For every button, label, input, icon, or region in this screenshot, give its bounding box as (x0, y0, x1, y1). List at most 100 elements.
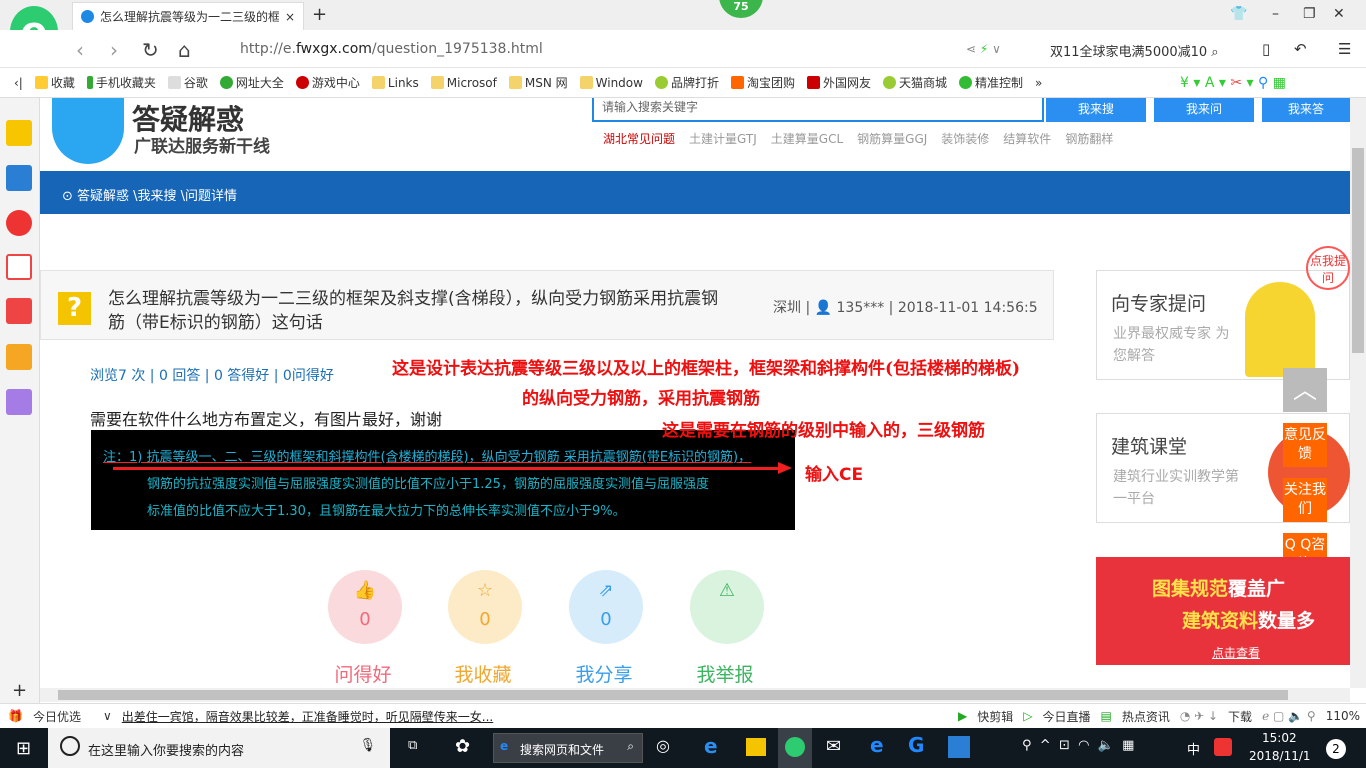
bookmark-item[interactable]: 天猫商城 (883, 74, 947, 91)
bookmark-item[interactable]: 网址大全 (219, 74, 284, 91)
more-bookmarks[interactable]: » (1035, 76, 1042, 90)
hot-link[interactable]: 土建算量GCL (771, 130, 843, 147)
hot-link[interactable]: 钢筋算量GGJ (857, 130, 927, 147)
windows-start-icon[interactable]: ⊞ (16, 738, 31, 759)
comic-icon[interactable] (6, 389, 32, 415)
favorites-icon[interactable] (6, 120, 32, 146)
bookmark-item[interactable]: 收藏 (34, 74, 75, 91)
bookmark-folder[interactable]: Window (579, 76, 643, 90)
sidebar-toggle-icon[interactable]: ‹| (14, 76, 23, 90)
hot-link[interactable]: 钢筋翻样 (1065, 130, 1113, 147)
browser-search-input[interactable]: 双11全球家电满5000减10 ⌕ (1050, 41, 1219, 60)
home-icon[interactable]: ⌂ (178, 38, 191, 62)
task-view-icon[interactable]: ⧉ (408, 738, 417, 753)
hot-link[interactable]: 装饰装修 (941, 130, 989, 147)
minimize-button[interactable]: – (1272, 6, 1279, 22)
mobile-icon[interactable]: ▯ (1262, 40, 1270, 58)
bookmark-folder[interactable]: MSN 网 (508, 74, 568, 91)
clock-time[interactable]: 15:02 (1262, 731, 1297, 745)
search-button[interactable]: 我来搜 (1046, 98, 1146, 122)
bookmark-folder[interactable]: Links (371, 76, 419, 90)
app-g-icon[interactable]: G (908, 733, 924, 757)
bookmark-item[interactable]: 谷歌 (167, 74, 208, 91)
breadcrumb: ⊙ 答疑解惑 \我来搜 \问题详情 (40, 171, 1350, 214)
app-icon[interactable] (948, 736, 970, 758)
ask-bubble[interactable]: 点我提问 (1306, 246, 1350, 290)
download-item[interactable]: 下载 (1228, 708, 1252, 725)
breadcrumb-text[interactable]: 答疑解惑 \我来搜 \问题详情 (77, 189, 237, 204)
weibo-icon[interactable] (6, 210, 32, 236)
close-button[interactable]: ✕ (1333, 6, 1345, 22)
like-label[interactable]: 问得好 (318, 660, 408, 687)
answer-button[interactable]: 我来答 (1262, 98, 1350, 122)
view-link[interactable]: 点击查看 (1152, 637, 1350, 669)
hot-link[interactable]: 结算软件 (1003, 130, 1051, 147)
sogou-icon[interactable] (1214, 738, 1232, 756)
share-label[interactable]: 我分享 (559, 660, 649, 687)
forward-icon[interactable]: › (110, 38, 118, 62)
status-item[interactable]: 快剪辑 (977, 708, 1013, 725)
bookmark-item[interactable]: 游戏中心 (295, 74, 360, 91)
bookmark-item[interactable]: 精准控制 (959, 74, 1023, 91)
news-icon[interactable] (6, 165, 32, 191)
extension-icons[interactable]: ¥ ▾ A ▾ ✂ ▾ ⚲ ▦ (1180, 75, 1286, 91)
file-explorer-icon[interactable] (746, 738, 766, 756)
taskbar-search[interactable]: 在这里输入你要搜索的内容 🎙 (48, 728, 390, 768)
notification-center[interactable]: 2 (1326, 739, 1346, 759)
site-search-input[interactable]: 请输入搜索关键字 (592, 98, 1044, 122)
bookmark-item[interactable]: 淘宝团购 (730, 74, 795, 91)
hot-link[interactable]: 土建计量GTJ (689, 130, 757, 147)
email-icon[interactable] (6, 254, 32, 280)
bookmark-item[interactable]: 手机收藏夹 (86, 74, 156, 91)
horizontal-scrollbar[interactable] (40, 688, 1350, 702)
mail-icon[interactable]: ✉ (826, 736, 841, 757)
back-to-top-button[interactable]: ︿ (1283, 368, 1327, 412)
add-icon[interactable]: + (12, 680, 27, 701)
share-button[interactable]: ⇗ 0 (569, 570, 643, 644)
game-icon[interactable] (6, 298, 32, 324)
back-icon[interactable]: ‹ (76, 38, 84, 62)
share-icon: ⇗ (598, 580, 614, 601)
web-search-box[interactable]: e 搜索网页和文件 ⌕ (493, 733, 643, 763)
vertical-scrollbar[interactable] (1350, 98, 1366, 688)
today-picks[interactable]: 今日优选 (33, 708, 81, 725)
app-icon[interactable]: ◎ (656, 736, 670, 755)
url-input[interactable]: http://e.fwxgx.com/question_1975138.html (240, 41, 543, 57)
edge-icon[interactable]: e (870, 733, 884, 757)
new-tab-button[interactable]: + (312, 4, 327, 25)
favorite-label[interactable]: 我收藏 (438, 660, 528, 687)
follow-button[interactable]: 关注我们 (1283, 478, 1327, 522)
feedback-button[interactable]: 意见反馈 (1283, 423, 1327, 467)
news-ticker[interactable]: 出差住一宾馆，隔音效果比较差，正准备睡觉时，听见隔壁传来一女... (122, 708, 493, 725)
undo-icon[interactable]: ↶ (1294, 40, 1307, 58)
bookmark-item[interactable]: 外国网友 (807, 74, 871, 91)
ime-indicator[interactable]: 中 (1187, 739, 1200, 758)
app-icon[interactable]: ✿ (455, 736, 470, 757)
share-icon[interactable]: ⋖ ⚡ ∨ (966, 42, 1001, 56)
question-body: 需要在软件什么地方布置定义，有图片最好，谢谢 (90, 410, 443, 429)
status-item[interactable]: 今日直播 (1042, 708, 1090, 725)
zoom-level[interactable]: 110% (1326, 709, 1360, 723)
tab-active[interactable]: 怎么理解抗震等级为一二三级的框 × (72, 2, 304, 30)
ie-icon[interactable]: e (704, 734, 718, 758)
ad-banner[interactable]: 图集规范覆盖广 建筑资料数量多 点击查看 (1096, 557, 1350, 665)
book-icon[interactable] (6, 344, 32, 370)
ask-button[interactable]: 我来问 (1154, 98, 1254, 122)
warning-icon: ⚠ (718, 580, 736, 601)
clock-date[interactable]: 2018/11/1 (1249, 749, 1311, 763)
menu-icon[interactable]: ☰ (1338, 40, 1351, 58)
status-item[interactable]: 热点资讯 (1122, 708, 1170, 725)
restore-button[interactable]: ❐ (1303, 6, 1316, 22)
hot-link[interactable]: 湖北常见问题 (603, 130, 675, 147)
browser-taskbar-icon[interactable] (778, 728, 812, 768)
bookmark-folder[interactable]: Microsof (430, 76, 497, 90)
skin-icon[interactable]: 👕 (1230, 6, 1247, 22)
system-tray[interactable]: ⚲ ^ ⊡ ◠ 🔈 ▦ (1022, 738, 1134, 753)
report-label[interactable]: 我举报 (680, 660, 770, 687)
reload-icon[interactable]: ↻ (142, 38, 159, 62)
close-tab-icon[interactable]: × (285, 10, 295, 24)
bookmark-item[interactable]: 品牌打折 (654, 74, 719, 91)
report-button[interactable]: ⚠ (690, 570, 764, 644)
favorite-button[interactable]: ☆ 0 (448, 570, 522, 644)
like-button[interactable]: 👍 0 (328, 570, 402, 644)
